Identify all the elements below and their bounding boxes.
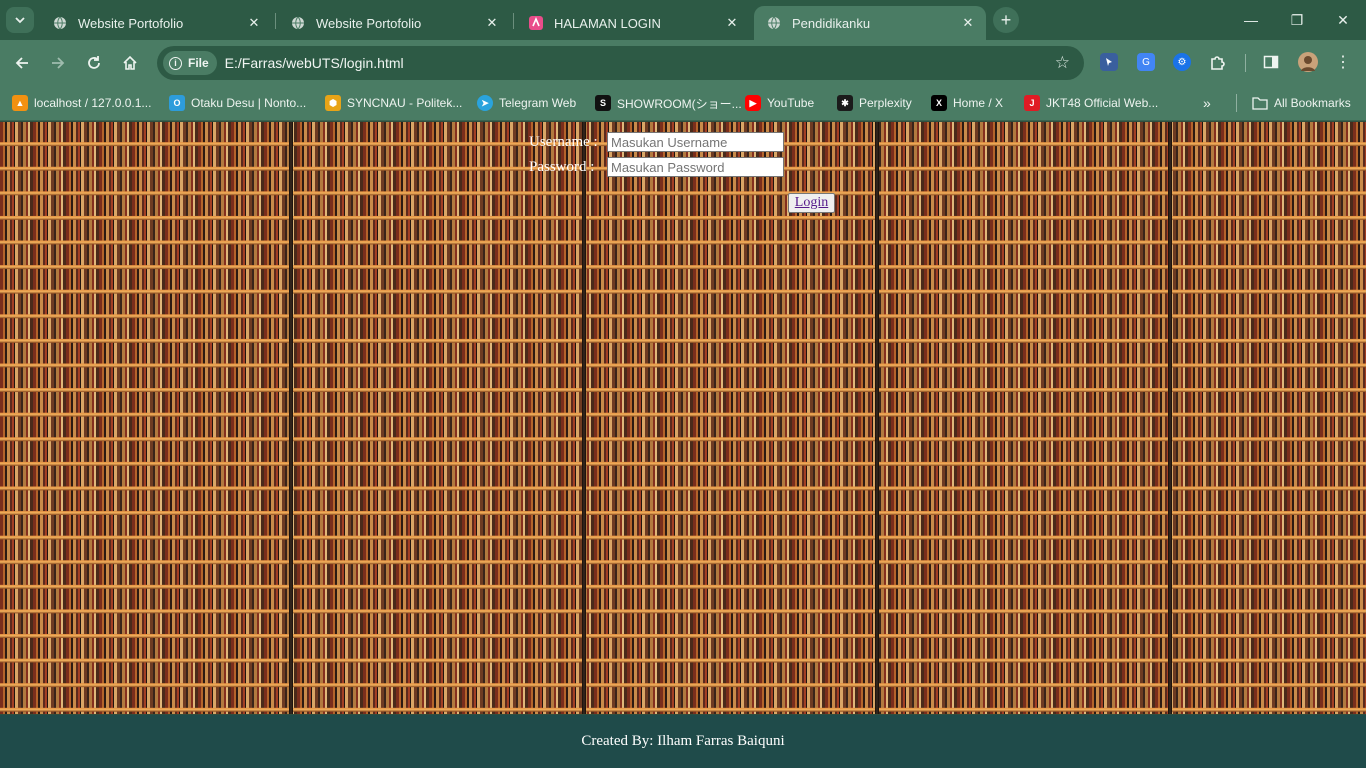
bookmark-x[interactable]: X Home / X: [931, 92, 1003, 114]
shelf-column: [875, 122, 879, 714]
translate-extension-icon[interactable]: G: [1137, 53, 1155, 71]
page-footer: Created By: Ilham Farras Baiquni: [0, 715, 1366, 768]
site-info-chip[interactable]: i File: [163, 51, 217, 75]
more-bookmarks-button[interactable]: »: [1203, 95, 1211, 111]
close-icon[interactable]: ✕: [722, 13, 742, 33]
chevron-down-icon: [15, 17, 25, 24]
bookmark-label: Telegram Web: [499, 96, 577, 110]
bookshelf-background: [0, 122, 1366, 714]
x-icon: X: [931, 95, 947, 111]
side-panel-icon[interactable]: [1262, 53, 1280, 71]
home-icon: [123, 55, 137, 70]
username-row: Username :: [529, 132, 784, 152]
perplexity-icon: ✱: [837, 95, 853, 111]
tab-halaman-login[interactable]: HALAMAN LOGIN ✕: [516, 6, 750, 40]
globe-icon: [52, 15, 68, 31]
shelf-column: [289, 122, 293, 714]
username-label: Username :: [529, 133, 598, 150]
toolbar-divider: [1245, 54, 1246, 72]
tab-website-portofolio-1[interactable]: Website Portofolio ✕: [40, 6, 272, 40]
back-button[interactable]: [8, 49, 36, 77]
login-button[interactable]: Login: [788, 193, 835, 213]
bookmark-localhost[interactable]: ▲ localhost / 127.0.0.1...: [12, 92, 151, 114]
telegram-icon: ➤: [477, 95, 493, 111]
close-icon[interactable]: ✕: [482, 13, 502, 33]
close-icon[interactable]: ✕: [958, 13, 978, 33]
bookmark-label: Otaku Desu | Nonto...: [191, 96, 307, 110]
password-input[interactable]: [607, 157, 784, 177]
restore-button[interactable]: ❐: [1274, 0, 1320, 40]
bookmarks-divider: [1236, 94, 1237, 112]
page-viewport: Username : Password : Login Created By: …: [0, 122, 1366, 768]
info-icon: i: [169, 56, 182, 70]
address-bar[interactable]: i File E:/Farras/webUTS/login.html ☆: [157, 46, 1084, 80]
phpmyadmin-icon: ▲: [12, 95, 28, 111]
reload-icon: [88, 56, 100, 69]
arrow-right-icon: [52, 57, 65, 69]
otakudesu-icon: O: [169, 95, 185, 111]
pink-app-icon: [528, 15, 544, 31]
bookmark-youtube[interactable]: ▶ YouTube: [745, 92, 814, 114]
username-input[interactable]: [607, 132, 784, 152]
bookmark-perplexity[interactable]: ✱ Perplexity: [837, 92, 912, 114]
tab-website-portofolio-2[interactable]: Website Portofolio ✕: [278, 6, 510, 40]
youtube-icon: ▶: [745, 95, 761, 111]
bookmark-syncnau[interactable]: ⬢ SYNCNAU - Politek...: [325, 92, 462, 114]
close-window-button[interactable]: ✕: [1320, 0, 1366, 40]
bookmark-otakudesu[interactable]: O Otaku Desu | Nonto...: [169, 92, 306, 114]
bookmark-label: SYNCNAU - Politek...: [347, 96, 463, 110]
site-info-label: File: [188, 56, 209, 70]
password-label: Password :: [529, 158, 595, 175]
reload-button[interactable]: [80, 49, 108, 77]
tab-pendidikanku[interactable]: Pendidikanku ✕: [754, 6, 986, 40]
bookmark-label: localhost / 127.0.0.1...: [34, 96, 152, 110]
password-row: Password :: [529, 157, 784, 177]
profile-avatar[interactable]: [1298, 52, 1318, 72]
all-bookmarks-label: All Bookmarks: [1274, 96, 1351, 110]
tab-divider: [275, 13, 276, 29]
bookmark-label: Perplexity: [859, 96, 912, 110]
globe-icon: [290, 15, 306, 31]
bookmark-label: SHOWROOM(ショー...: [617, 96, 742, 111]
footer-credit: Created By: Ilham Farras Baiquni: [581, 733, 785, 749]
forward-button[interactable]: [44, 49, 72, 77]
tab-search-button[interactable]: [6, 7, 34, 33]
bookmark-telegram[interactable]: ➤ Telegram Web: [477, 92, 576, 114]
shelf-column: [1168, 122, 1172, 714]
cursor-extension-icon[interactable]: [1100, 53, 1118, 71]
tab-title: Website Portofolio: [78, 15, 184, 31]
globe-icon: [766, 15, 782, 31]
bookmark-label: YouTube: [767, 96, 815, 110]
tab-divider: [513, 13, 514, 29]
tab-strip: Website Portofolio ✕ Website Portofolio …: [0, 0, 1366, 40]
close-icon[interactable]: ✕: [244, 13, 264, 33]
bookmark-jkt48[interactable]: J JKT48 Official Web...: [1024, 92, 1158, 114]
extensions-puzzle-icon[interactable]: [1209, 53, 1227, 71]
jkt48-icon: J: [1024, 95, 1040, 111]
all-bookmarks-button[interactable]: All Bookmarks: [1252, 92, 1351, 114]
home-button[interactable]: [116, 49, 144, 77]
shelf-column: [582, 122, 586, 714]
bookmark-showroom[interactable]: S SHOWROOM(ショー...: [595, 92, 742, 114]
tab-title: Website Portofolio: [316, 15, 422, 31]
syncnau-icon: ⬢: [325, 95, 341, 111]
url-text[interactable]: E:/Farras/webUTS/login.html: [225, 55, 404, 71]
bookmarks-bar: ▲ localhost / 127.0.0.1... O Otaku Desu …: [0, 86, 1366, 121]
browser-toolbar: i File E:/Farras/webUTS/login.html ☆ G ⚙…: [0, 40, 1366, 86]
bookmark-label: JKT48 Official Web...: [1046, 96, 1159, 110]
tab-title: HALAMAN LOGIN: [554, 15, 661, 31]
arrow-left-icon: [15, 57, 28, 69]
minimize-button[interactable]: —: [1228, 0, 1274, 40]
folder-icon: [1252, 95, 1268, 111]
bookmark-label: Home / X: [953, 96, 1004, 110]
new-tab-button[interactable]: +: [993, 7, 1019, 33]
settings-extension-icon[interactable]: ⚙: [1173, 53, 1191, 71]
showroom-icon: S: [595, 95, 611, 111]
tab-title: Pendidikanku: [792, 15, 871, 31]
bookmark-star-icon[interactable]: ☆: [1055, 53, 1070, 73]
more-menu-icon[interactable]: ⋮: [1334, 53, 1352, 71]
